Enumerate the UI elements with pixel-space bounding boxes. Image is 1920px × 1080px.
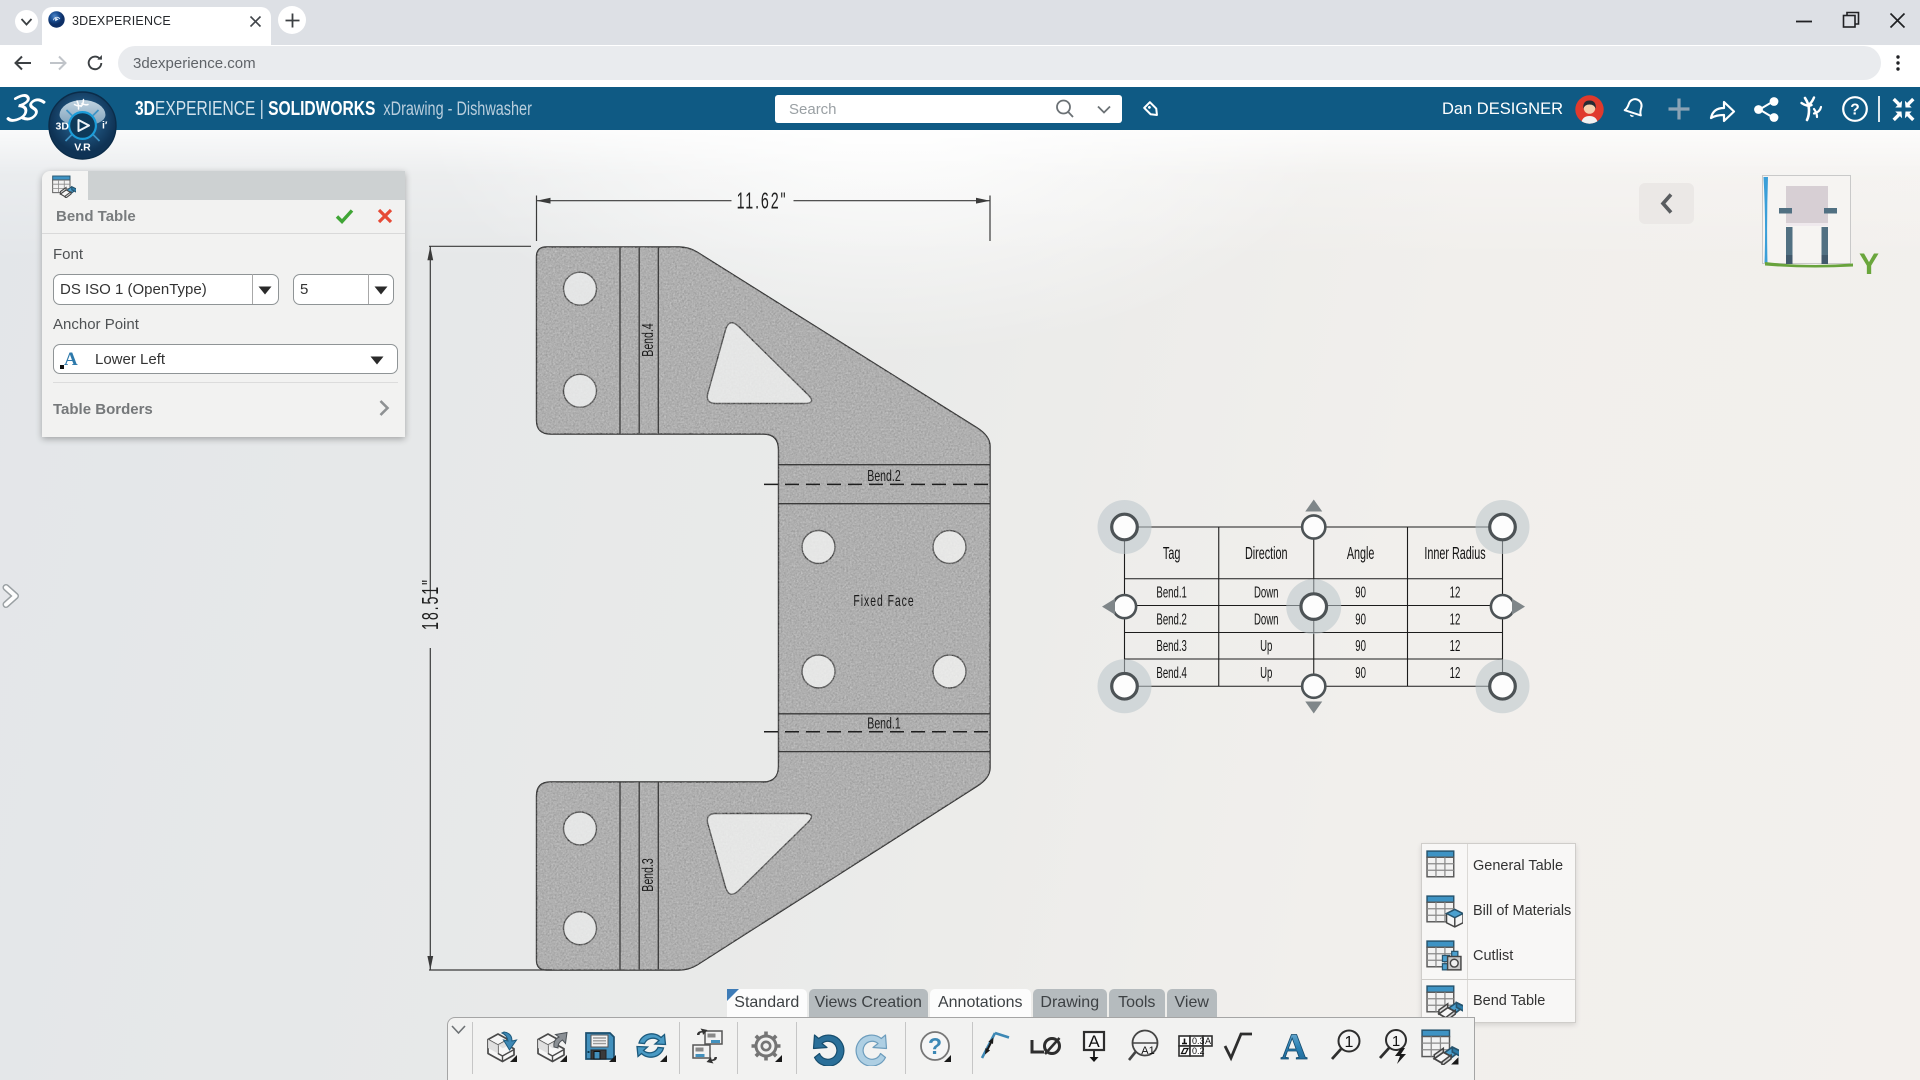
svg-text:12: 12 bbox=[1450, 636, 1461, 654]
svg-text:Bend.1: Bend.1 bbox=[867, 714, 900, 732]
svg-text:Down: Down bbox=[1254, 583, 1279, 601]
svg-text:Angle: Angle bbox=[1347, 544, 1375, 563]
svg-text:12: 12 bbox=[1450, 610, 1461, 628]
svg-text:90: 90 bbox=[1355, 583, 1366, 601]
svg-text:?: ? bbox=[928, 1033, 942, 1059]
svg-text:1: 1 bbox=[1391, 1033, 1399, 1050]
svg-text:90: 90 bbox=[1355, 636, 1366, 654]
svg-text:A: A bbox=[1281, 1027, 1308, 1066]
svg-text:Bend.3: Bend.3 bbox=[639, 858, 657, 891]
svg-text:Bend.2: Bend.2 bbox=[867, 467, 900, 485]
svg-text:90: 90 bbox=[1355, 610, 1366, 628]
svg-text:Inner Radius: Inner Radius bbox=[1424, 544, 1485, 563]
svg-text:12: 12 bbox=[1450, 663, 1461, 681]
svg-text:Y: Y bbox=[1859, 248, 1879, 278]
svg-text:A: A bbox=[64, 349, 78, 370]
svg-text:Tag: Tag bbox=[1163, 544, 1180, 563]
svg-text:Bend.4: Bend.4 bbox=[1156, 663, 1186, 681]
svg-text:90: 90 bbox=[1355, 663, 1366, 681]
svg-text:Down: Down bbox=[1254, 610, 1279, 628]
svg-text:12: 12 bbox=[1450, 583, 1461, 601]
svg-text:i′: i′ bbox=[102, 120, 108, 132]
svg-text:A: A bbox=[1088, 1032, 1100, 1051]
svg-text:3D: 3D bbox=[56, 121, 70, 133]
svg-text:0.3: 0.3 bbox=[1192, 1036, 1205, 1046]
svg-text:Bend.1: Bend.1 bbox=[1156, 583, 1186, 601]
svg-text:0.2: 0.2 bbox=[1192, 1046, 1205, 1056]
svg-text:18.51": 18.51" bbox=[419, 578, 444, 630]
svg-text:Up: Up bbox=[1260, 636, 1272, 654]
svg-text:?: ? bbox=[1850, 102, 1859, 119]
svg-text:A1: A1 bbox=[1141, 1045, 1154, 1057]
svg-text:1: 1 bbox=[1344, 1034, 1353, 1051]
svg-text:Bend.3: Bend.3 bbox=[1156, 636, 1186, 654]
svg-text:11.62": 11.62" bbox=[737, 189, 788, 214]
svg-text:A: A bbox=[1205, 1036, 1211, 1046]
svg-text:Bend.2: Bend.2 bbox=[1156, 610, 1186, 628]
svg-text:V.R: V.R bbox=[74, 142, 91, 154]
svg-text:Direction: Direction bbox=[1245, 544, 1288, 563]
svg-text:Bend.4: Bend.4 bbox=[639, 323, 657, 357]
svg-text:Fixed Face: Fixed Face bbox=[853, 592, 914, 610]
svg-text:Up: Up bbox=[1260, 663, 1272, 681]
